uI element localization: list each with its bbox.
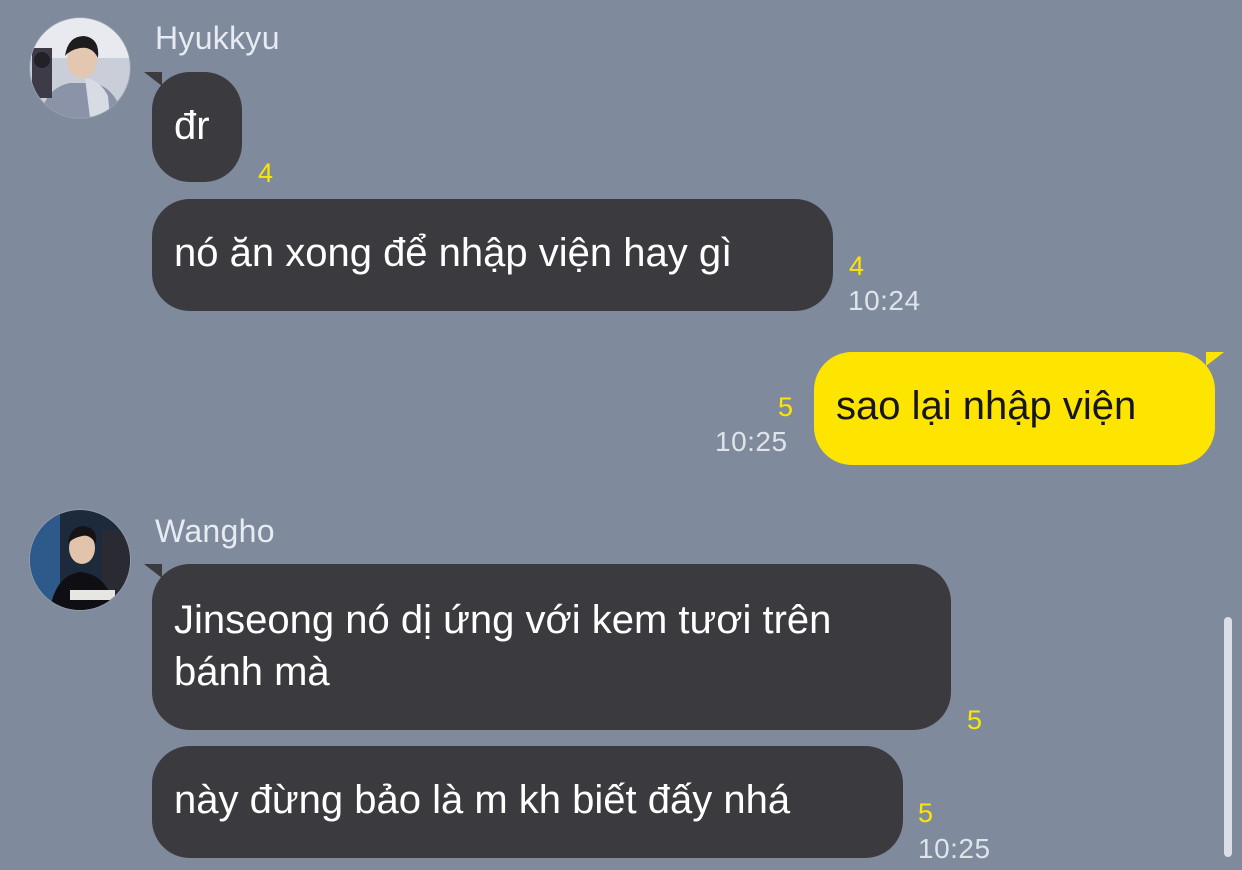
message-text: nó ăn xong để nhập viện hay gì [174, 231, 733, 275]
message-text: Jinseong nó dị ứng với kem tươi trên bán… [174, 598, 832, 694]
message-text: sao lại nhập viện [836, 384, 1137, 428]
bubble-tail [1206, 352, 1224, 366]
unread-count: 4 [849, 251, 865, 281]
message-text: đr [174, 104, 210, 148]
profile-photo-icon [30, 510, 130, 610]
message-time: 10:25 [715, 426, 788, 457]
sender-name: Hyukkyu [155, 20, 280, 56]
bubble-tail [144, 72, 162, 86]
unread-count: 5 [967, 705, 983, 735]
message-time: 10:24 [848, 285, 921, 316]
message-bubble-outgoing[interactable]: sao lại nhập viện [814, 352, 1215, 465]
message-time: 10:25 [918, 833, 991, 864]
unread-count: 4 [258, 158, 274, 188]
scrollbar[interactable] [1224, 617, 1232, 857]
message-bubble[interactable]: đr [152, 72, 242, 182]
unread-count: 5 [778, 392, 794, 422]
bubble-tail [144, 564, 162, 578]
avatar-hyukkyu[interactable] [30, 18, 130, 118]
unread-count: 5 [918, 798, 934, 828]
message-text: này đừng bảo là m kh biết đấy nhá [174, 778, 791, 822]
sender-name: Wangho [155, 513, 275, 549]
message-bubble[interactable]: Jinseong nó dị ứng với kem tươi trên bán… [152, 564, 951, 730]
profile-photo-icon [30, 18, 130, 118]
avatar-wangho[interactable] [30, 510, 130, 610]
message-bubble[interactable]: này đừng bảo là m kh biết đấy nhá [152, 746, 903, 858]
message-bubble[interactable]: nó ăn xong để nhập viện hay gì [152, 199, 833, 311]
